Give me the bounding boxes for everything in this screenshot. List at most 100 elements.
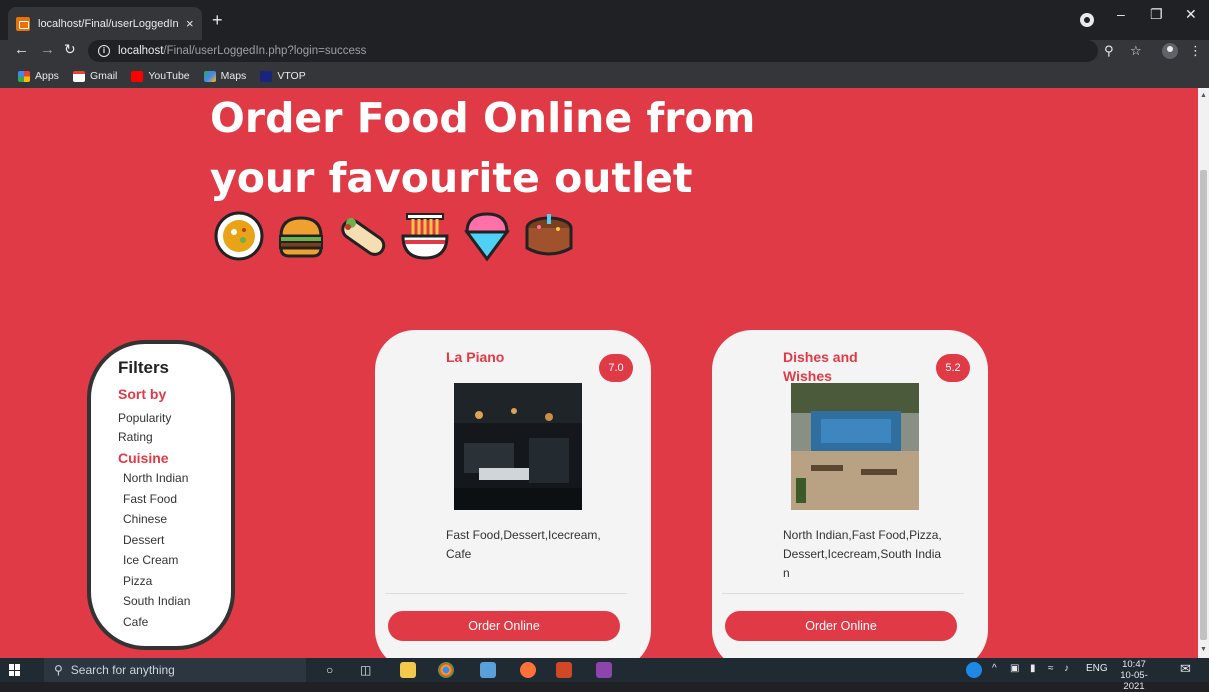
tab-strip: localhost/Final/userLoggedIn.php × + – ❐… [0,0,1209,40]
filters-title: Filters [118,358,170,377]
restaurant-name[interactable]: La Piano [446,348,566,367]
clock-time: 10:47 [1122,659,1146,670]
bookmark-vtop[interactable]: VTOP [260,70,306,82]
restaurant-card: Dishes and Wishes 5.2 North Indian,Fast … [712,330,988,658]
hero-heading: Order Food Online from your favourite ou… [210,88,755,208]
bookmark-youtube[interactable]: YouTube [131,70,190,82]
taskbar-clock[interactable]: 10:47 10-05-2021 [1112,659,1156,692]
windows-start-icon[interactable] [9,664,21,676]
taskbar: ⚲ Search for anything ○ ◫ ^ ▣ ▮ ≈ ♪ ENG … [0,658,1209,692]
tray-app-icon[interactable]: ▣ [1010,663,1019,674]
sort-option-rating[interactable]: Rating [118,428,231,447]
youtube-icon [131,70,144,82]
restaurant-card: La Piano 7.0 Fast Food,Dessert,Icecream,… [375,330,651,658]
cake-icon [525,214,573,256]
restaurant-name[interactable]: Dishes and Wishes [783,348,903,386]
cuisine-option-south-indian[interactable]: South Indian [123,591,231,612]
card-divider [385,593,627,594]
firefox-icon[interactable] [520,662,536,678]
cuisine-option-pizza[interactable]: Pizza [123,571,231,592]
profile-avatar[interactable] [1162,43,1178,59]
url-host: localhost [118,45,164,57]
key-icon[interactable]: ⚲ [1104,43,1114,59]
restaurant-photo [454,383,582,510]
site-favicon-icon [16,16,30,31]
notifications-icon[interactable]: ✉ [1180,661,1191,677]
cuisine-option-chinese[interactable]: Chinese [123,509,231,530]
restaurant-cuisines: North Indian,Fast Food,Pizza,Dessert,Ice… [783,528,942,580]
bookmark-star-icon[interactable]: ☆ [1130,43,1142,59]
order-online-button[interactable]: Order Online [388,611,620,641]
bookmark-label: VTOP [277,70,306,82]
rating-badge: 5.2 [936,354,970,382]
burger-icon [279,216,323,258]
curry-rice-icon [214,211,264,261]
shaved-ice-icon [464,212,510,262]
minimize-icon[interactable]: – [1117,6,1125,22]
wifi-icon[interactable]: ≈ [1048,663,1054,674]
bookmarks-bar: Apps Gmail YouTube Maps VTOP [0,64,1209,88]
scroll-down-icon[interactable]: ▼ [1200,646,1207,653]
new-tab-button[interactable]: + [212,10,223,31]
apps-grid-icon [18,70,30,82]
cuisine-option-fast-food[interactable]: Fast Food [123,489,231,510]
extension-icon[interactable] [1080,13,1094,27]
chrome-icon[interactable] [438,662,454,678]
bookmark-gmail[interactable]: Gmail [72,70,118,82]
help-icon[interactable] [966,662,982,678]
tab-close-icon[interactable]: × [186,16,194,31]
search-icon: ⚲ [54,663,63,677]
bookmark-label: Gmail [89,70,118,82]
cuisine-option-cafe[interactable]: Cafe [123,612,231,633]
bookmark-apps[interactable]: Apps [18,70,59,82]
powerpoint-icon[interactable] [556,662,572,678]
cuisine-option-ice-cream[interactable]: Ice Cream [123,550,231,571]
rating-badge: 7.0 [599,354,633,382]
card-divider [722,593,964,594]
cortana-icon[interactable]: ○ [326,663,333,677]
burrito-icon [341,218,386,256]
vtop-icon [260,70,273,82]
filters-panel: Filters Sort by Popularity Rating Cuisin… [87,340,235,650]
cuisine-option-dessert[interactable]: Dessert [123,530,231,551]
cuisine-list: North Indian Fast Food Chinese Dessert I… [118,468,231,632]
page-scrollbar[interactable]: ▲ ▼ [1198,88,1209,658]
food-emoji-row [213,210,575,262]
taskbar-search-placeholder: Search for anything [70,663,175,677]
scrollbar-thumb[interactable] [1200,170,1207,640]
battery-icon[interactable]: ▮ [1030,663,1036,674]
cuisine-heading: Cuisine [118,450,169,466]
menu-kebab-icon[interactable]: ⋮ [1189,43,1202,59]
site-info-icon[interactable]: i [98,45,110,57]
forward-icon[interactable]: → [40,41,55,58]
sort-by-heading: Sort by [118,386,167,402]
bookmark-label: YouTube [148,70,190,82]
bookmark-maps[interactable]: Maps [203,70,247,82]
maps-icon [203,70,216,82]
browser-tab[interactable]: localhost/Final/userLoggedIn.php × [8,7,202,40]
snip-tool-icon[interactable] [480,662,496,678]
sort-option-popularity[interactable]: Popularity [118,409,231,428]
restaurant-cuisines: Fast Food,Dessert,Icecream,Cafe [446,528,601,561]
tray-chevron-icon[interactable]: ^ [992,663,997,674]
restore-icon[interactable]: ❐ [1150,6,1163,23]
volume-icon[interactable]: ♪ [1064,663,1069,674]
taskbar-search[interactable]: ⚲ Search for anything [44,658,306,682]
restaurant-photo [791,383,919,510]
gmail-icon [72,70,85,82]
bookmark-label: Maps [220,70,247,82]
cuisine-option-north-indian[interactable]: North Indian [123,468,231,489]
task-view-icon[interactable]: ◫ [360,663,371,677]
reload-icon[interactable]: ↻ [64,41,76,58]
scroll-up-icon[interactable]: ▲ [1200,92,1207,99]
close-window-icon[interactable]: ✕ [1185,6,1197,23]
file-explorer-icon[interactable] [400,662,416,678]
app-g-icon[interactable] [596,662,612,678]
back-icon[interactable]: ← [14,41,29,58]
page-content: Order Food Online from your favourite ou… [0,88,1198,658]
language-indicator[interactable]: ENG [1086,663,1108,674]
address-bar[interactable]: i localhost /Final/userLoggedIn.php?logi… [88,40,1098,62]
order-online-button[interactable]: Order Online [725,611,957,641]
url-path: /Final/userLoggedIn.php?login=success [163,45,367,57]
clock-date: 10-05-2021 [1120,670,1148,692]
